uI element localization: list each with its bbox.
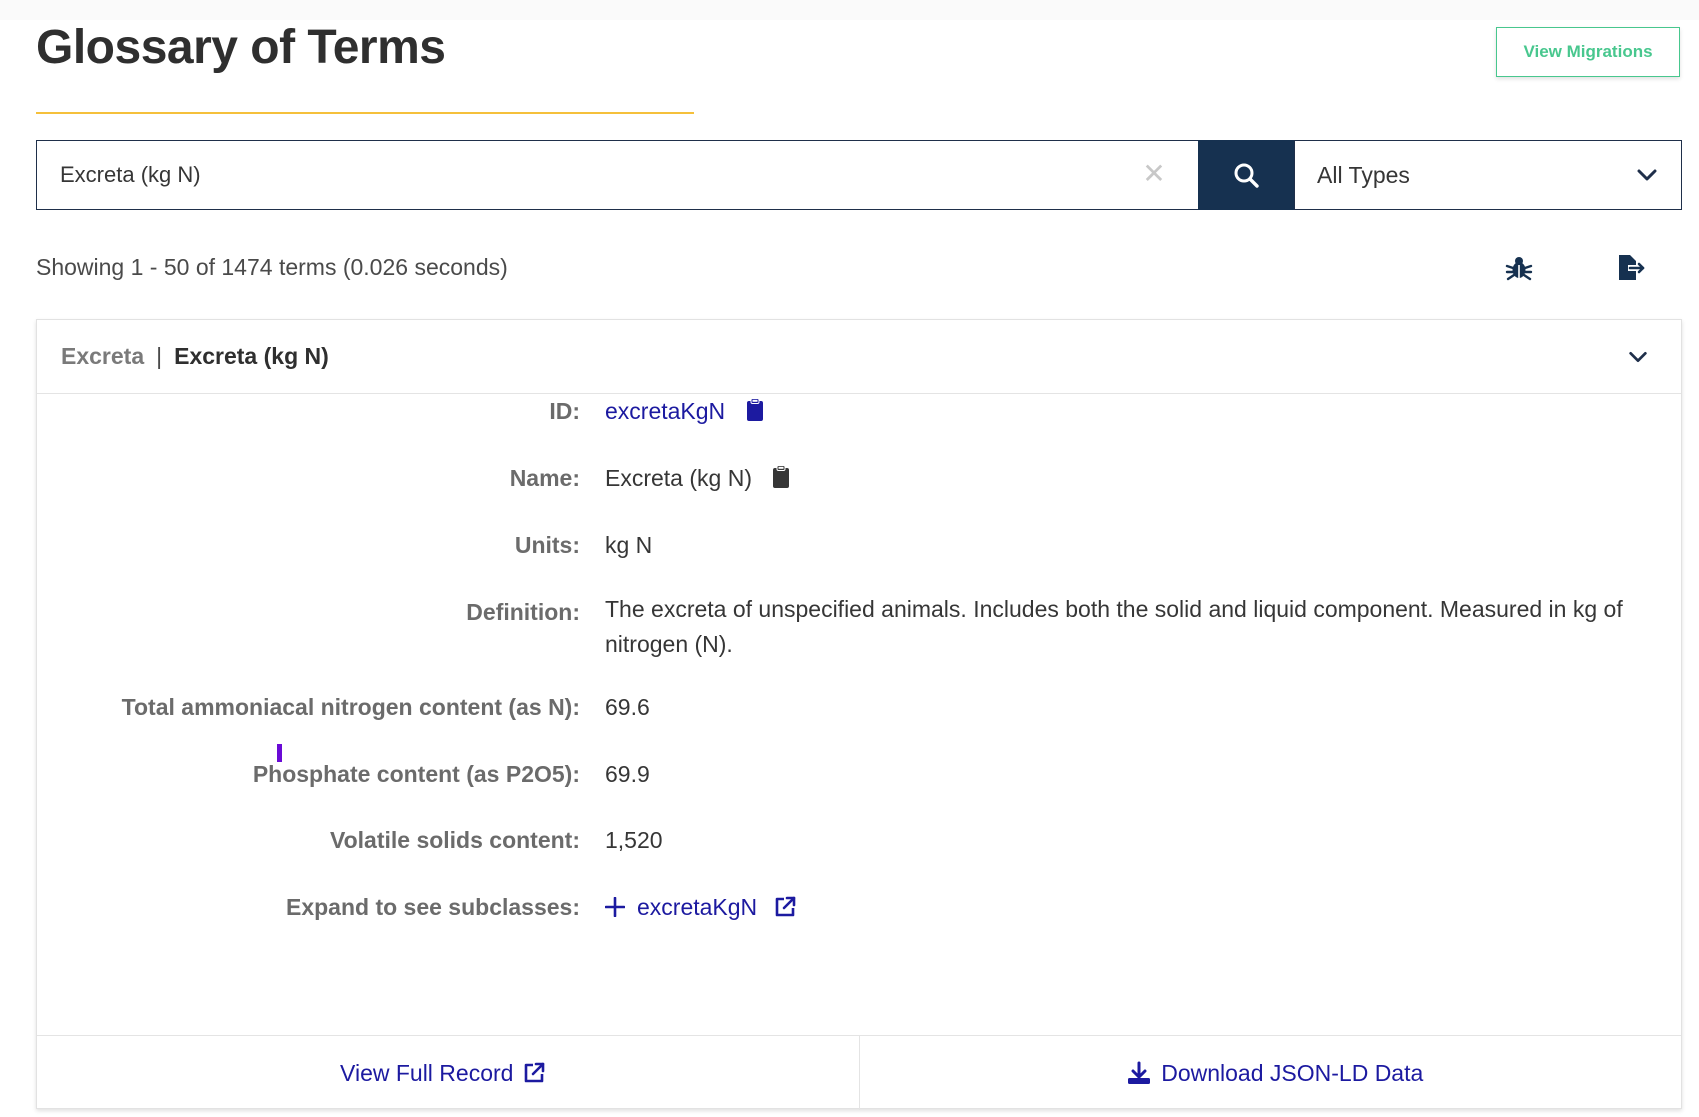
results-summary: Showing 1 - 50 of 1474 terms (0.026 seco… [36,254,508,280]
units-value: kg N [605,532,653,558]
search-icon [1234,163,1259,188]
view-full-record-button[interactable]: View Full Record [37,1036,859,1110]
bug-icon[interactable] [1505,254,1533,282]
external-link-icon [525,1062,545,1083]
volatile-solids-label: Volatile solids content: [329,827,580,853]
page-title: Glossary of Terms [36,21,446,74]
phosphate-value: 69.9 [605,761,650,787]
type-filter-select[interactable]: All Types [1294,140,1682,210]
clear-icon[interactable]: ✕ [1140,160,1168,188]
term-card-footer: View Full Record Download JSON-LD Data [37,1035,1681,1110]
clipboard-icon[interactable] [746,398,764,422]
subclasses-value-row: excretaKgN [604,894,796,921]
type-filter-value: All Types [1317,161,1410,188]
phosphate-label: Phosphate content (as P2O5): [252,761,580,787]
glossary-page: Glossary of Terms View Migrations ✕ All … [0,0,1699,1117]
name-value: Excreta (kg N) [605,465,752,491]
subclasses-label: Expand to see subclasses: [285,894,580,920]
search-button[interactable] [1198,140,1294,210]
download-jsonld-label: Download JSON-LD Data [1161,1059,1424,1086]
title-underline [36,112,694,114]
breadcrumb-separator: | [156,343,163,369]
name-value-row: Excreta (kg N) [605,465,790,492]
tan-label: Total ammoniacal nitrogen content (as N)… [121,694,580,720]
definition-label: Definition: [466,599,580,625]
id-link[interactable]: excretaKgN [605,398,725,424]
tan-value: 69.6 [605,694,650,720]
clipboard-icon[interactable] [772,465,790,489]
search-field-wrapper: ✕ [36,140,1198,210]
volatile-solids-value: 1,520 [605,827,663,853]
term-parent-name: Excreta [61,343,145,369]
definition-value: The excreta of unspecified animals. Incl… [605,596,1623,657]
subclasses-link[interactable]: excretaKgN [637,894,757,920]
name-label: Name: [509,465,580,491]
term-name-heading: Excreta (kg N) [174,343,329,369]
search-input[interactable] [37,161,1142,189]
view-full-record-label: View Full Record [340,1059,514,1086]
external-link-icon[interactable] [774,896,796,918]
id-value-row: excretaKgN [605,398,764,425]
chevron-down-icon[interactable] [1627,346,1649,368]
text-cursor [277,744,282,762]
download-icon [1128,1061,1151,1084]
term-card-header[interactable]: Excreta | Excreta (kg N) [37,320,1681,394]
chevron-down-icon [1637,169,1657,181]
view-migrations-button[interactable]: View Migrations [1496,27,1680,77]
file-export-icon[interactable] [1616,254,1646,282]
id-label: ID: [549,398,580,424]
plus-icon[interactable] [604,896,626,918]
download-jsonld-button[interactable]: Download JSON-LD Data [858,1036,1682,1110]
term-card: Excreta | Excreta (kg N) ID: excretaKgN … [36,319,1682,1110]
search-bar: ✕ All Types [36,140,1682,210]
top-band [0,0,1699,20]
units-label: Units: [514,532,580,558]
